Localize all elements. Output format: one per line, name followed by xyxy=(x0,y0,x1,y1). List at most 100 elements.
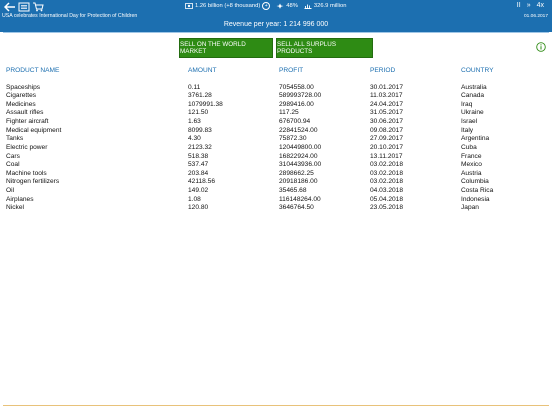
product-name-cell: Nitrogen fertilizers xyxy=(6,178,60,186)
header-country[interactable]: COUNTRY xyxy=(461,66,541,75)
amount-cell: 537.47 xyxy=(188,161,209,169)
profit-cell: 589993728.00 xyxy=(279,92,322,100)
table-row[interactable]: Assault rifles 121.50 117.25 31.05.2017 Ukra… xyxy=(6,109,541,118)
amount-cell: 1.08 xyxy=(188,195,201,203)
table-row[interactable]: Medicines 1079991.38 2989416.00 24.04.2017 I… xyxy=(6,101,541,110)
product-name-cell: Tanks xyxy=(6,135,24,143)
header-amount[interactable]: AMOUNT xyxy=(188,66,279,75)
population-stat: 1.26 billion (+8 thousand) + xyxy=(185,2,271,10)
amount-cell: 121.50 xyxy=(188,109,209,117)
table-row[interactable]: Machine tools 203.84 2898662.25 03.02.2018 A… xyxy=(6,170,541,179)
product-name-cell: Machine tools xyxy=(6,169,47,177)
period-cell: 03.02.2018 xyxy=(370,169,404,177)
table-row[interactable]: Cars 518.38 16822924.00 13.11.2017 France xyxy=(6,153,541,162)
table-row[interactable]: Tanks 4.30 75872.30 27.09.2017 Argentina xyxy=(6,135,541,144)
country-cell: Cuba xyxy=(461,143,477,151)
product-name-cell: Electric power xyxy=(6,143,48,151)
amount-cell: 203.84 xyxy=(188,169,209,177)
country-cell: France xyxy=(461,152,482,160)
fast-forward-button[interactable]: » xyxy=(527,2,531,9)
stats-row: 1.26 billion (+8 thousand) + 48% 326.9 m… xyxy=(185,2,346,10)
add-population-button[interactable]: + xyxy=(262,2,271,10)
period-cell: 04.03.2018 xyxy=(370,187,404,195)
amount-cell: 0.11 xyxy=(188,83,201,91)
country-cell: Australia xyxy=(461,83,487,91)
amount-cell: 3761.28 xyxy=(188,92,212,100)
budget-chart-icon xyxy=(304,4,312,9)
table-row[interactable]: Electric power 2123.32 120449800.00 20.10.2… xyxy=(6,144,541,153)
divider xyxy=(3,32,549,33)
country-cell: Ukraine xyxy=(461,109,484,117)
sell-all-surplus-button[interactable]: SELL ALL SURPLUS PRODUCTS xyxy=(276,38,373,58)
approval-icon xyxy=(276,3,284,9)
population-icon xyxy=(185,3,193,9)
country-cell: Israel xyxy=(461,118,478,126)
header-product-name[interactable]: PRODUCT NAME xyxy=(6,66,188,75)
revenue-per-year: Revenue per year: 1 214 996 000 xyxy=(223,21,329,28)
period-cell: 05.04.2018 xyxy=(370,195,404,203)
profit-cell: 676700.94 xyxy=(279,118,311,126)
profit-cell: 120449800.00 xyxy=(279,143,322,151)
pause-button[interactable]: II xyxy=(517,2,521,9)
table-row[interactable]: Nitrogen fertilizers 42118.56 20918186.00 0… xyxy=(6,178,541,187)
amount-cell: 2123.32 xyxy=(188,143,212,151)
speed-label[interactable]: 4x xyxy=(537,2,544,9)
table-row[interactable]: Oil 149.02 35465.68 04.03.2018 Costa Rica xyxy=(6,187,541,196)
profit-cell: 35465.68 xyxy=(279,187,307,195)
current-date: 01.06.2017 xyxy=(523,14,548,19)
table-row[interactable]: Airplanes 1.08 116148264.00 05.04.2018 Indon… xyxy=(6,196,541,205)
amount-cell: 4.30 xyxy=(188,135,201,143)
period-cell: 11.03.2017 xyxy=(370,92,403,100)
period-cell: 20.10.2017 xyxy=(370,143,404,151)
country-cell: Columbia xyxy=(461,178,489,186)
profit-cell: 310443936.00 xyxy=(279,161,322,169)
header-profit[interactable]: PROFIT xyxy=(279,66,370,75)
profit-cell: 16822924.00 xyxy=(279,152,318,160)
amount-cell: 120.80 xyxy=(188,204,209,212)
product-name-cell: Nickel xyxy=(6,204,24,212)
table-row[interactable]: Fighter aircraft 1.63 676700.94 30.06.2017 I… xyxy=(6,118,541,127)
product-name-cell: Oil xyxy=(6,187,15,195)
amount-cell: 8099.83 xyxy=(188,126,212,134)
header-period[interactable]: PERIOD xyxy=(370,66,461,75)
back-arrow-icon[interactable] xyxy=(3,1,17,13)
table-row[interactable]: Cigarettes 3761.28 589993728.00 11.03.2017 C… xyxy=(6,92,541,101)
profit-cell: 3646764.50 xyxy=(279,204,314,212)
profit-cell: 116148264.00 xyxy=(279,195,321,203)
table-row[interactable]: Nickel 120.80 3646764.50 23.05.2018 Japan xyxy=(6,204,541,213)
product-name-cell: Medical equipment xyxy=(6,126,62,134)
country-cell: Austria xyxy=(461,169,482,177)
profit-cell: 2898662.25 xyxy=(279,169,314,177)
bottom-divider xyxy=(3,405,549,406)
table-row[interactable]: Spaceships 0.11 7054558.00 30.01.2017 Austra… xyxy=(6,84,541,93)
product-name-cell: Spaceships xyxy=(6,83,41,91)
approval-stat: 48% xyxy=(276,3,298,9)
top-status-bar: 1.26 billion (+8 thousand) + 48% 326.9 m… xyxy=(0,0,552,32)
profit-cell: 7054558.00 xyxy=(279,83,314,91)
population-value: 1.26 billion (+8 thousand) xyxy=(195,3,261,9)
country-cell: Japan xyxy=(461,204,479,212)
info-icon[interactable] xyxy=(536,42,546,52)
menu-icon[interactable] xyxy=(17,1,31,13)
table-row[interactable]: Coal 537.47 310443936.00 03.02.2018 Mexico xyxy=(6,161,541,170)
period-cell: 27.09.2017 xyxy=(370,135,404,143)
country-cell: Canada xyxy=(461,92,485,100)
profit-cell: 117.25 xyxy=(279,109,299,117)
country-cell: Italy xyxy=(461,126,474,134)
cart-icon[interactable] xyxy=(31,1,45,13)
product-name-cell: Coal xyxy=(6,161,20,169)
period-cell: 03.02.2018 xyxy=(370,161,404,169)
country-cell: Argentina xyxy=(461,135,490,143)
period-cell: 30.06.2017 xyxy=(370,118,404,126)
table-row[interactable]: Medical equipment 8099.83 22841524.00 09.08… xyxy=(6,127,541,136)
period-cell: 23.05.2018 xyxy=(370,204,404,212)
country-cell: Indonesia xyxy=(461,195,490,203)
product-name-cell: Cars xyxy=(6,152,20,160)
period-cell: 30.01.2017 xyxy=(370,83,404,91)
amount-cell: 1079991.38 xyxy=(188,100,223,108)
sell-world-market-button[interactable]: SELL ON THE WORLD MARKET xyxy=(179,38,273,58)
budget-value: 326.9 million xyxy=(313,3,347,9)
period-cell: 24.04.2017 xyxy=(370,100,404,108)
table-header-row: PRODUCT NAME AMOUNT PROFIT PERIOD COUNTR… xyxy=(6,66,541,75)
country-cell: Iraq xyxy=(461,100,473,108)
